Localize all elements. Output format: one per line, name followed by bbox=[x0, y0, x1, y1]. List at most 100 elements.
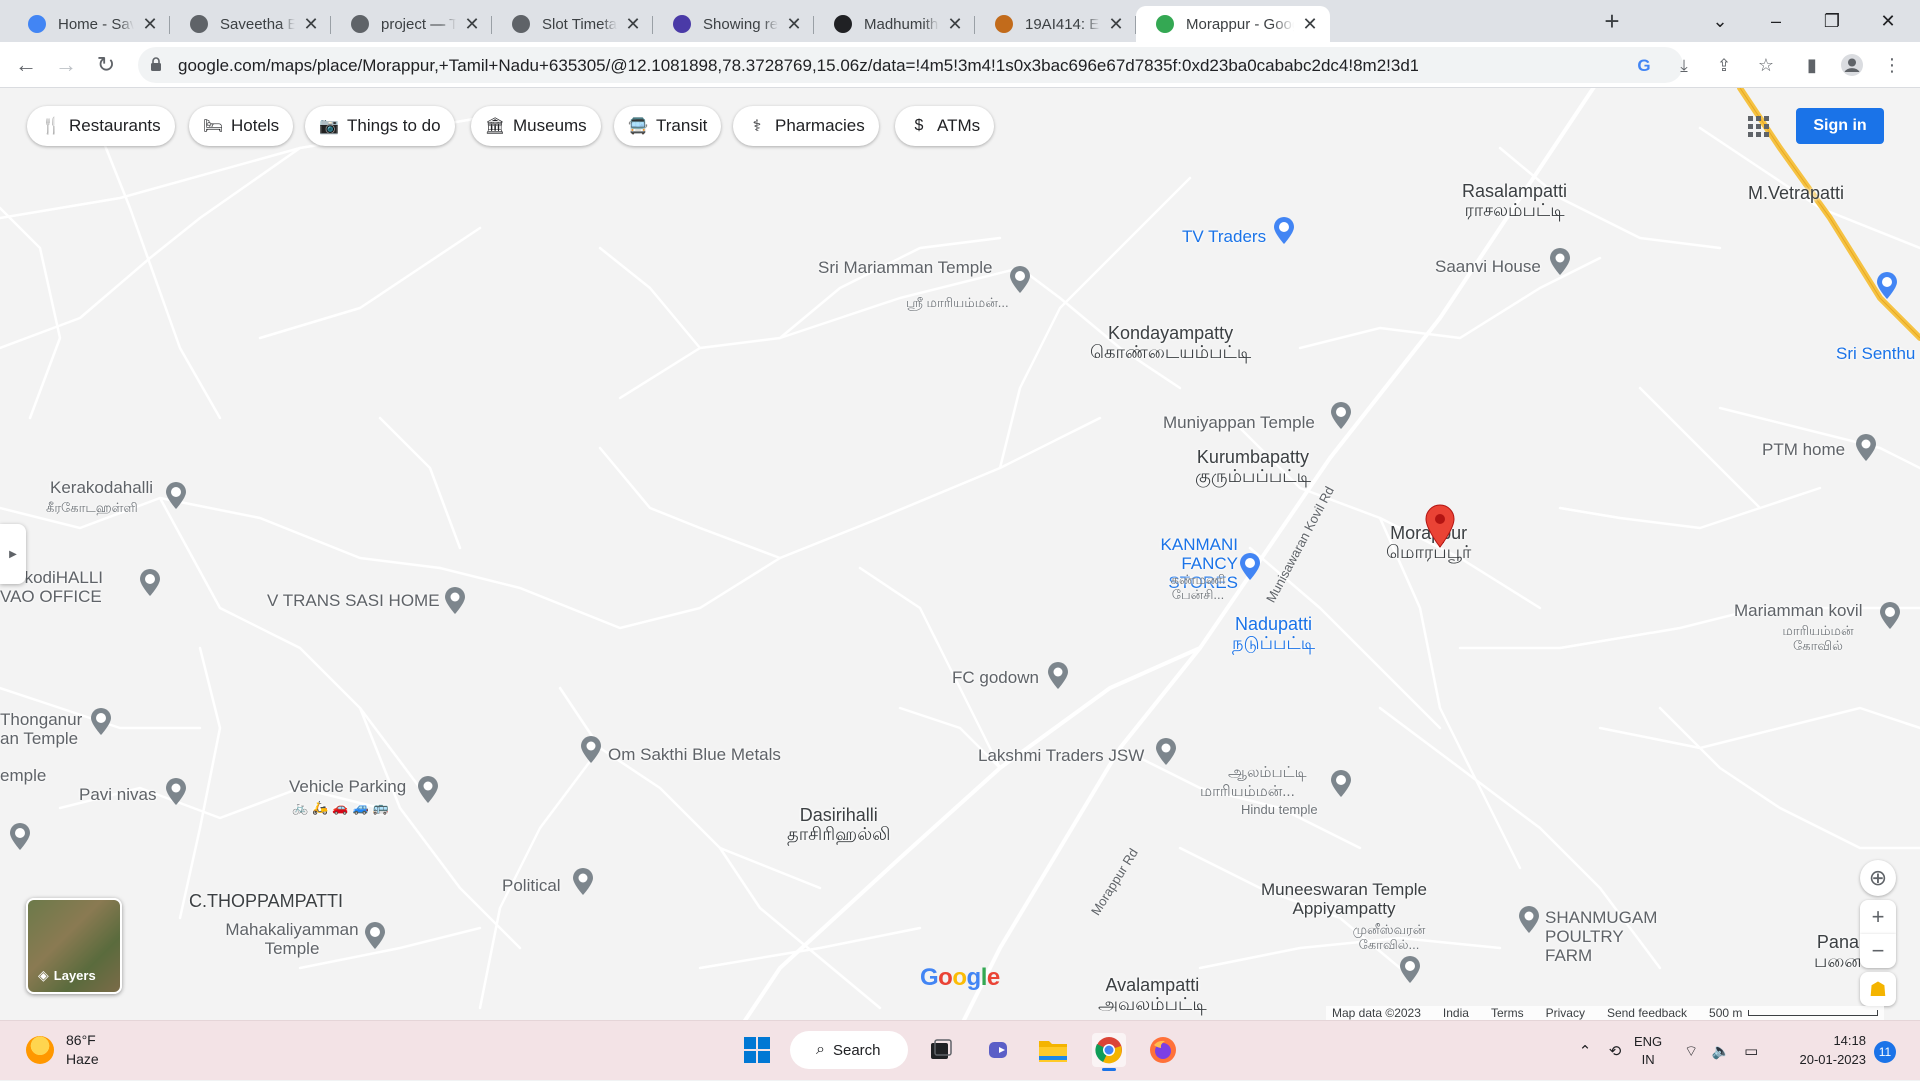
temple-pin-icon[interactable] bbox=[1399, 956, 1421, 984]
category-chip[interactable]: 🛏 Hotels bbox=[189, 106, 294, 146]
chevron-up-icon[interactable]: ⌃ bbox=[1570, 1042, 1600, 1060]
minimize-button[interactable]: – bbox=[1748, 0, 1804, 42]
side-panel-toggle-button[interactable]: ▶ bbox=[0, 524, 26, 584]
sign-in-button[interactable]: Sign in bbox=[1796, 108, 1884, 144]
temple-pin-icon[interactable] bbox=[1330, 770, 1352, 798]
browser-tab[interactable]: 19AI414: Ex 03: D ✕ bbox=[975, 6, 1136, 42]
browser-tab[interactable]: Showing results for ✕ bbox=[653, 6, 814, 42]
file-explorer-icon[interactable] bbox=[1036, 1033, 1070, 1067]
parking-pin-icon[interactable] bbox=[417, 776, 439, 804]
browser-tab[interactable]: Madhumithamahesh ✕ bbox=[814, 6, 975, 42]
task-view-icon[interactable] bbox=[924, 1033, 958, 1067]
restore-button[interactable]: ❐ bbox=[1804, 0, 1860, 42]
install-app-icon[interactable]: ⤓ bbox=[1673, 55, 1695, 77]
tab-close-icon[interactable]: ✕ bbox=[301, 14, 321, 34]
tab-close-icon[interactable]: ✕ bbox=[140, 14, 160, 34]
temple-pin-icon[interactable] bbox=[1879, 602, 1901, 630]
poi-label-political[interactable]: Political bbox=[502, 876, 561, 895]
input-language-indicator[interactable]: ENG IN bbox=[1634, 1033, 1662, 1069]
firefox-taskbar-icon[interactable] bbox=[1146, 1033, 1180, 1067]
place-label-c-thoppampatti[interactable]: C.THOPPAMPATTI bbox=[189, 892, 343, 911]
poi-label-tv-traders[interactable]: TV Traders bbox=[1182, 227, 1266, 246]
poi-label-fc-godown[interactable]: FC godown bbox=[952, 668, 1039, 687]
my-location-button[interactable]: ⊕ bbox=[1860, 860, 1896, 896]
close-window-button[interactable]: ✕ bbox=[1860, 0, 1916, 42]
new-tab-button[interactable]: + bbox=[1598, 8, 1626, 36]
place-label-kurumbapatty[interactable]: Kurumbapatty குரும்பப்பட்டி bbox=[1195, 448, 1311, 486]
temple-pin-icon[interactable] bbox=[90, 708, 112, 736]
bookmark-star-icon[interactable]: ☆ bbox=[1752, 51, 1780, 79]
category-chip[interactable]: $ ATMs bbox=[895, 106, 995, 146]
temple-pin-icon[interactable] bbox=[9, 823, 31, 851]
tab-close-icon[interactable]: ✕ bbox=[1106, 14, 1126, 34]
place-pin-icon[interactable] bbox=[580, 736, 602, 764]
volume-icon[interactable]: 🔈 bbox=[1706, 1042, 1736, 1060]
weather-widget[interactable]: 86°F Haze bbox=[26, 1031, 99, 1069]
tab-close-icon[interactable]: ✕ bbox=[1300, 14, 1320, 34]
place-label-kondayampatty[interactable]: Kondayampatty கொண்டையம்பட்டி bbox=[1090, 324, 1251, 362]
poi-label-om-sakthi-blue-metals[interactable]: Om Sakthi Blue Metals bbox=[608, 745, 781, 764]
shop-pin-icon[interactable] bbox=[1239, 553, 1261, 581]
poi-label-kerakodahalli[interactable]: Kerakodahalli bbox=[50, 478, 153, 497]
tab-search-chevron-icon[interactable]: ⌄ bbox=[1692, 0, 1748, 42]
browser-tab[interactable]: Slot Timetable ✕ bbox=[492, 6, 653, 42]
map-scale[interactable]: 500 m bbox=[1709, 1006, 1879, 1020]
back-button[interactable]: ← bbox=[12, 51, 40, 79]
browser-tab[interactable]: Home - Saveetha ✕ bbox=[8, 6, 170, 42]
street-view-pegman-icon[interactable]: ☗ bbox=[1860, 972, 1896, 1006]
category-chip[interactable]: 📷 Things to do bbox=[305, 106, 455, 146]
chrome-taskbar-icon[interactable] bbox=[1092, 1033, 1126, 1071]
poi-label-ptm-home[interactable]: PTM home bbox=[1762, 440, 1845, 459]
tab-close-icon[interactable]: ✕ bbox=[462, 14, 482, 34]
map-canvas[interactable]: 🍴 Restaurants 🛏 Hotels 📷 Things to do 🏛 Museums… bbox=[0, 88, 1920, 1020]
poi-label-alampatti-ta[interactable]: ஆலம்பட்டி bbox=[1228, 764, 1307, 781]
share-icon[interactable]: ⇪ bbox=[1713, 55, 1735, 77]
wifi-icon[interactable]: ⌔ bbox=[1676, 1042, 1706, 1061]
url-text[interactable]: google.com/maps/place/Morappur,+Tamil+Na… bbox=[178, 56, 1418, 76]
tab-close-icon[interactable]: ✕ bbox=[945, 14, 965, 34]
chrome-menu-icon[interactable]: ⋮ bbox=[1878, 51, 1906, 79]
place-label-pana[interactable]: Pana பனை bbox=[1814, 933, 1862, 971]
privacy-link[interactable]: Privacy bbox=[1546, 1006, 1585, 1020]
address-bar[interactable]: google.com/maps/place/Morappur,+Tamil+Na… bbox=[138, 47, 1731, 83]
place-pin-icon[interactable] bbox=[1518, 906, 1540, 934]
place-label-nadupatti[interactable]: Nadupatti நடுப்பட்டி bbox=[1232, 615, 1315, 653]
place-pin-icon[interactable] bbox=[1855, 434, 1877, 462]
poi-label-saanvi-house[interactable]: Saanvi House bbox=[1435, 257, 1541, 276]
place-label-rasalampatti[interactable]: Rasalampatti ராசலம்பட்டி bbox=[1462, 182, 1567, 220]
category-chip[interactable]: 🏛 Museums bbox=[471, 106, 601, 146]
clock[interactable]: 14:18 20-01-2023 bbox=[1780, 1031, 1867, 1069]
poi-label-v-trans-sasi-home[interactable]: V TRANS SASI HOME bbox=[267, 591, 440, 610]
poi-label-muneeswaran-temple[interactable]: Muneeswaran Temple Appiyampatty bbox=[1261, 880, 1427, 918]
tab-close-icon[interactable]: ✕ bbox=[623, 14, 643, 34]
browser-tab[interactable]: Saveetha Engineering College ✕ bbox=[170, 6, 331, 42]
taskbar-search-box[interactable]: ⌕ Search bbox=[790, 1031, 908, 1069]
battery-icon[interactable]: ▭ bbox=[1736, 1042, 1766, 1060]
place-label-dasirihalli[interactable]: Dasirihalli தாசிரிஹல்லி bbox=[787, 806, 891, 844]
place-label-avalampatti[interactable]: Avalampatti அவலம்பட்டி bbox=[1098, 976, 1207, 1014]
side-panel-icon[interactable]: ▮ bbox=[1798, 51, 1826, 79]
poi-label-mariamman-kovil[interactable]: Mariamman kovil bbox=[1734, 601, 1862, 620]
sync-icon[interactable]: ⟲ bbox=[1600, 1042, 1630, 1060]
region-link[interactable]: India bbox=[1443, 1006, 1469, 1020]
poi-label-pavi-nivas[interactable]: Pavi nivas bbox=[79, 785, 156, 804]
poi-label-shanmugam-poultry-farm[interactable]: SHANMUGAM POULTRY FARM bbox=[1545, 908, 1675, 965]
tab-close-icon[interactable]: ✕ bbox=[784, 14, 804, 34]
teams-chat-icon[interactable] bbox=[982, 1033, 1016, 1067]
forward-button[interactable]: → bbox=[52, 51, 80, 79]
terms-link[interactable]: Terms bbox=[1491, 1006, 1524, 1020]
place-label-m-vetrapatti[interactable]: M.Vetrapatti bbox=[1748, 184, 1844, 203]
poi-label-vehicle-parking[interactable]: Vehicle Parking bbox=[289, 777, 406, 796]
fuel-pin-icon[interactable] bbox=[1876, 272, 1898, 300]
place-pin-icon[interactable] bbox=[1549, 248, 1571, 276]
place-pin-icon[interactable] bbox=[572, 868, 594, 896]
browser-tab[interactable]: Morappur - Google Maps ✕ bbox=[1136, 6, 1330, 42]
layers-button[interactable]: ◈ Layers bbox=[26, 898, 122, 994]
notification-badge[interactable]: 11 bbox=[1874, 1041, 1896, 1063]
browser-tab[interactable]: project — Theia Main ✕ bbox=[331, 6, 492, 42]
category-chip[interactable]: 🚍 Transit bbox=[614, 106, 722, 146]
poi-label-sri-senthu[interactable]: Sri Senthu bbox=[1836, 344, 1915, 363]
zoom-out-button[interactable]: − bbox=[1860, 934, 1896, 968]
lock-icon[interactable] bbox=[150, 57, 162, 71]
send-feedback-link[interactable]: Send feedback bbox=[1607, 1006, 1687, 1020]
